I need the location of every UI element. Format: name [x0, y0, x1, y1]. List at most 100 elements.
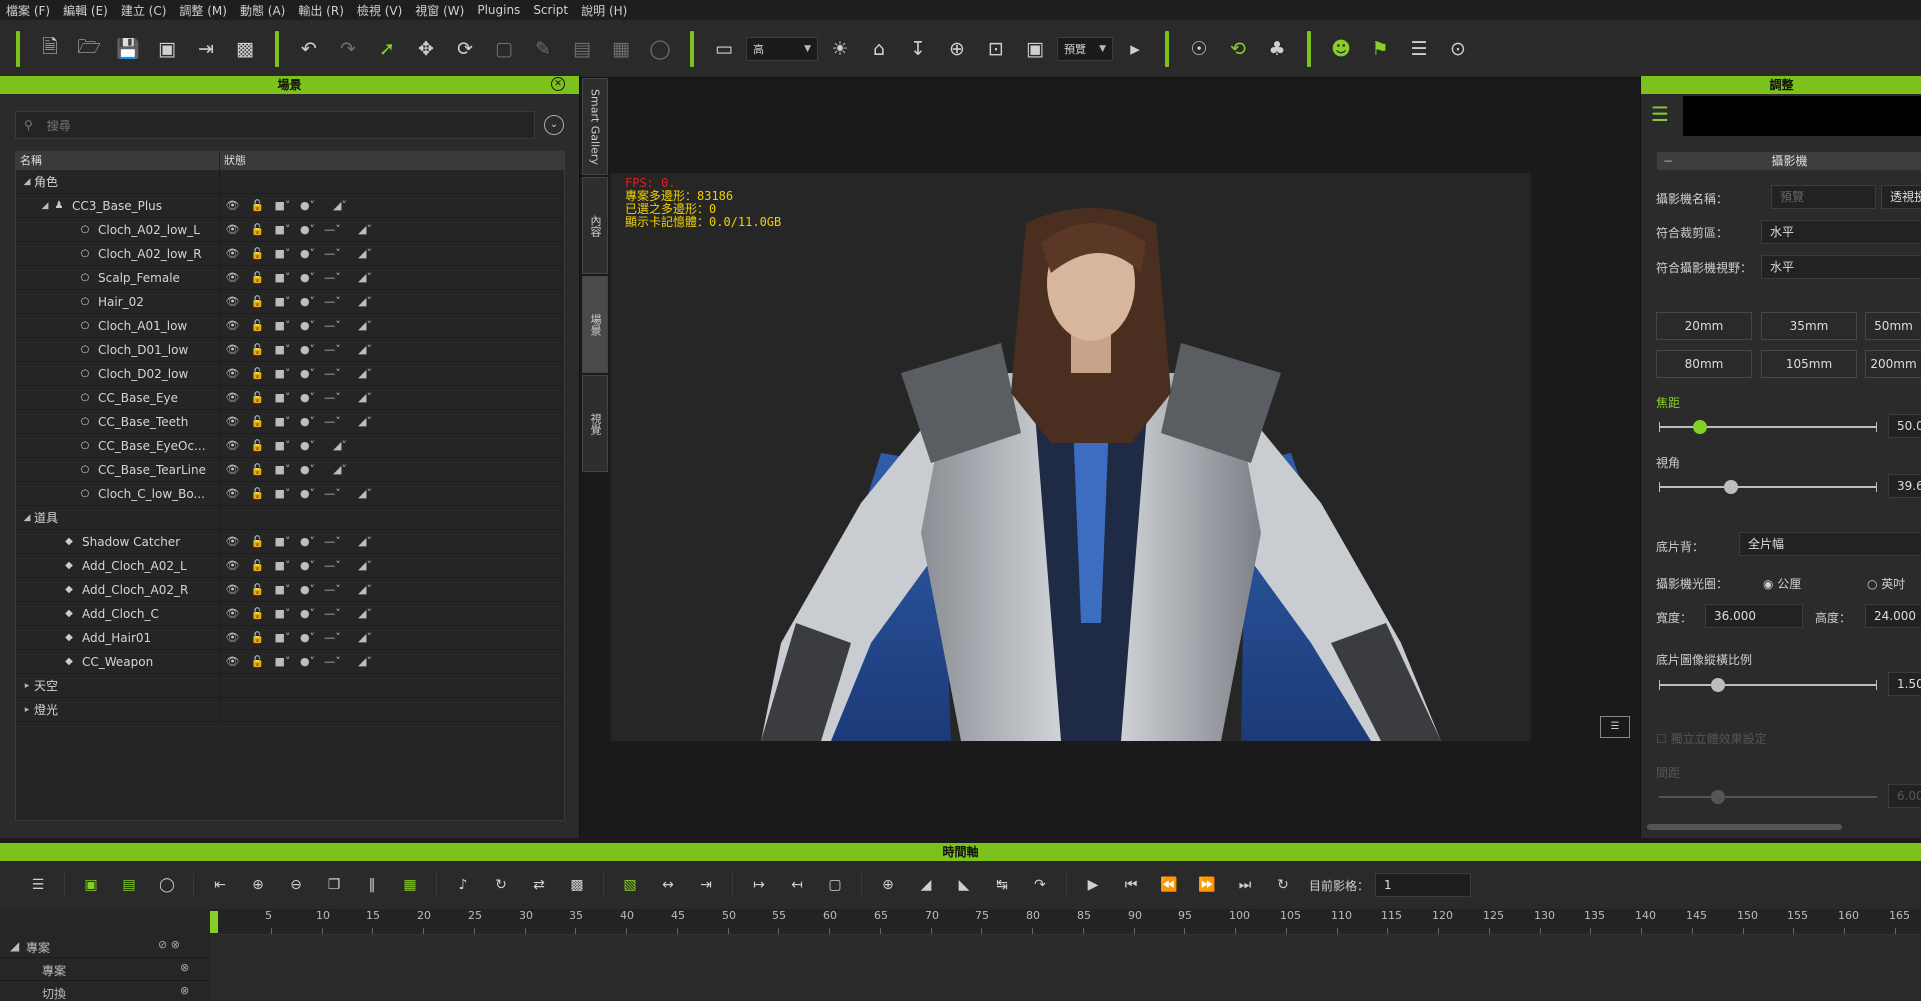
tab-smart-gallery[interactable]: Smart Gallery	[582, 78, 608, 175]
material-icon[interactable]: ●˅	[295, 367, 320, 380]
shape-icon[interactable]: ◢˅	[345, 583, 385, 596]
go-start-icon[interactable]: ⏮	[1115, 869, 1147, 901]
stereo-checkbox[interactable]: ☐ 獨立立體效果設定	[1656, 730, 1767, 747]
timeline-track[interactable]: 切換 ⊗	[0, 981, 1921, 1001]
line-icon[interactable]: —˅	[320, 583, 345, 596]
tree-row-prop[interactable]: ◆ Add_Cloch_A02_L 👁 🔓 ■˅ ●˅ —˅ ◢˅	[16, 553, 564, 578]
shape-icon[interactable]: ◢˅	[345, 655, 385, 668]
loop-icon[interactable]: ↻	[485, 869, 517, 901]
track-area[interactable]	[210, 935, 1921, 958]
cube-icon[interactable]: ■˅	[270, 607, 295, 620]
usd-export-icon[interactable]: ▩	[228, 32, 262, 66]
column-name-header[interactable]: 名稱	[16, 152, 220, 170]
frame-selected-icon[interactable]: ⊡	[979, 32, 1013, 66]
tree-row-prop[interactable]: ◆ Add_Hair01 👁 🔓 ■˅ ●˅ —˅ ◢˅	[16, 625, 564, 650]
stereo-slider[interactable]	[1659, 790, 1877, 804]
lock-icon[interactable]: 🔓	[245, 367, 270, 380]
cube-icon[interactable]: ■˅	[270, 247, 295, 260]
material-icon[interactable]: ●˅	[295, 535, 320, 548]
line-icon[interactable]: —˅	[320, 655, 345, 668]
zoom-icon[interactable]: ⊕	[872, 869, 904, 901]
slider-knob[interactable]	[1693, 420, 1707, 434]
tree-row-item[interactable]: ○ Cloch_D02_low 👁 🔓 ■˅ ●˅ —˅ ◢˅	[16, 361, 564, 386]
visibility-icon[interactable]: 👁	[220, 391, 245, 404]
delete-frame-icon[interactable]: ↤	[781, 869, 813, 901]
lock-icon[interactable]: 🔓	[245, 223, 270, 236]
tree-row-item[interactable]: ○ Cloch_A02_low_R 👁 🔓 ■˅ ●˅ —˅ ◢˅	[16, 241, 564, 266]
lock-icon[interactable]: 🔓	[245, 415, 270, 428]
material-icon[interactable]: ●˅	[295, 319, 320, 332]
focal-length-slider[interactable]	[1659, 420, 1877, 434]
track-list-icon[interactable]: ☰	[22, 869, 54, 901]
material-icon[interactable]: ●˅	[295, 247, 320, 260]
timeline-ruler[interactable]: 5 10 15 20 25 30 35 40 45 50 55 60 65 70 75 80 85 90 95 100…	[210, 909, 1921, 935]
tree-row-item[interactable]: ○ CC_Base_EyeOc... 👁 🔓 ■˅ ●˅ ◢˅	[16, 433, 564, 458]
light-icon[interactable]: ☀	[823, 32, 857, 66]
radio-inch[interactable]: ○ 英吋	[1867, 575, 1905, 592]
expand-toggle-icon[interactable]: ◢	[20, 513, 34, 523]
fit-clip-select[interactable]: 水平	[1761, 220, 1921, 244]
cube-icon[interactable]: ■˅	[270, 391, 295, 404]
motion-pilot-icon[interactable]: ☻	[1324, 32, 1358, 66]
select-arrow-icon[interactable]: ➚	[370, 32, 404, 66]
cube-icon[interactable]: ■˅	[270, 631, 295, 644]
layout-icon[interactable]: ▭	[707, 32, 741, 66]
frame-box-icon[interactable]: ▢	[819, 869, 851, 901]
menu-window[interactable]: 視窗 (W)	[415, 2, 464, 19]
visibility-icon[interactable]: 👁	[220, 439, 245, 452]
cube-icon[interactable]: ■˅	[270, 655, 295, 668]
shape-icon[interactable]: ◢˅	[345, 535, 385, 548]
tab-visual[interactable]: 視覺	[582, 375, 608, 472]
tree-row-item[interactable]: ○ Cloch_C_low_Bo... 👁 🔓 ■˅ ●˅ —˅ ◢˅	[16, 481, 564, 506]
line-icon[interactable]: —˅	[320, 607, 345, 620]
material-icon[interactable]: ●˅	[295, 487, 320, 500]
shape-icon[interactable]: ◢˅	[345, 223, 385, 236]
playhead[interactable]	[210, 911, 218, 933]
visibility-icon[interactable]: 👁	[220, 295, 245, 308]
sync-icon[interactable]: ⇄	[523, 869, 555, 901]
expand-toggle-icon[interactable]: ▸	[20, 681, 34, 691]
tree-row-item[interactable]: ○ CC_Base_TearLine 👁 🔓 ■˅ ●˅ ◢˅	[16, 457, 564, 482]
cube-icon[interactable]: ■˅	[270, 271, 295, 284]
camera-section-header[interactable]: − 攝影機	[1657, 152, 1921, 170]
shape-icon[interactable]: ◢˅	[345, 559, 385, 572]
rotate-icon[interactable]: ⟳	[448, 32, 482, 66]
menu-edit[interactable]: 編輯 (E)	[63, 2, 108, 19]
track-expand-icon[interactable]: ◢	[10, 939, 19, 953]
line-icon[interactable]: —˅	[320, 247, 345, 260]
visibility-icon[interactable]: 👁	[220, 367, 245, 380]
filter-chevron-icon[interactable]: ⌄	[544, 115, 564, 135]
shape-icon[interactable]: ◢˅	[345, 487, 385, 500]
material-icon[interactable]: ●˅	[295, 607, 320, 620]
expand-icon[interactable]: ⇥	[690, 869, 722, 901]
tab-scene[interactable]: 場景	[582, 276, 608, 373]
material-icon[interactable]: ●˅	[295, 655, 320, 668]
tree-group-characters[interactable]: ◢ 角色	[16, 169, 564, 194]
layer-icon[interactable]: ▤	[113, 869, 145, 901]
line-icon[interactable]: —˅	[320, 223, 345, 236]
lock-icon[interactable]: 🔓	[245, 535, 270, 548]
stereo-value[interactable]: 6.00	[1888, 784, 1921, 808]
lock-icon[interactable]: 🔓	[245, 559, 270, 572]
film-ratio-value[interactable]: 1.50	[1888, 672, 1921, 696]
cube-icon[interactable]: ■˅	[270, 415, 295, 428]
lock-icon[interactable]: 🔓	[245, 655, 270, 668]
radio-mm[interactable]: ◉ 公厘	[1763, 575, 1801, 592]
material-icon[interactable]: ●˅	[295, 223, 320, 236]
shape-icon[interactable]: ◢˅	[345, 367, 385, 380]
menu-view[interactable]: 檢視 (V)	[357, 2, 402, 19]
align-icon[interactable]: ▤	[565, 32, 599, 66]
add-key-icon[interactable]: ⊕	[242, 869, 274, 901]
character-model[interactable]	[701, 203, 1481, 741]
menu-script[interactable]: Script	[533, 3, 568, 17]
lock-icon[interactable]: 🔓	[245, 487, 270, 500]
open-folder-icon[interactable]: 🗁	[72, 32, 106, 66]
mirror-right-icon[interactable]: ◣	[948, 869, 980, 901]
cube-icon[interactable]: ■˅	[270, 463, 295, 476]
menu-file[interactable]: 檔案 (F)	[6, 2, 50, 19]
distribute-icon[interactable]: ▦	[604, 32, 638, 66]
clip-icon[interactable]: ▦	[394, 869, 426, 901]
visibility-icon[interactable]: 👁	[220, 607, 245, 620]
shape-icon[interactable]: ◢˅	[345, 415, 385, 428]
material-icon[interactable]: ●˅	[295, 199, 320, 212]
